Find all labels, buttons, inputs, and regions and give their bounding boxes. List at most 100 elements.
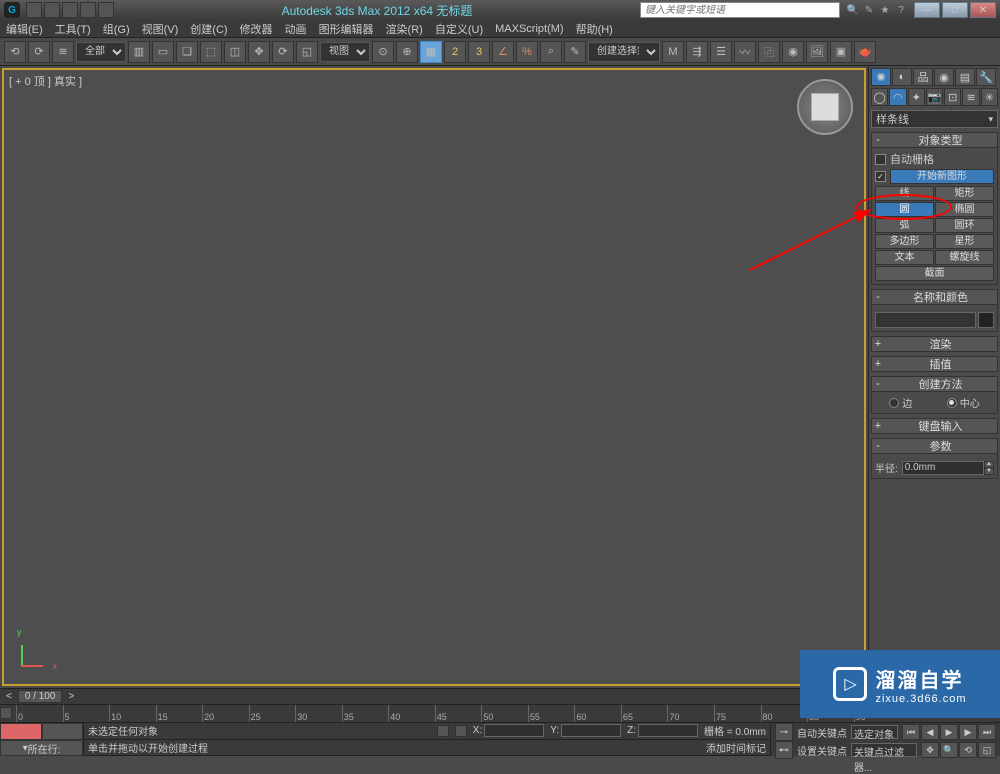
nav-pan-icon[interactable]: ✥	[921, 742, 939, 758]
move-icon[interactable]: ✥	[248, 41, 270, 63]
goto-end-icon[interactable]: ⏭	[978, 724, 996, 740]
menu-item[interactable]: 修改器	[240, 21, 273, 37]
shape-button-矩形[interactable]: 矩形	[935, 186, 994, 201]
trackbar-toggle-icon[interactable]	[0, 707, 12, 719]
close-button[interactable]: ✕	[970, 2, 996, 18]
setkey-button[interactable]: 设置关键点	[797, 743, 847, 758]
qat-open-icon[interactable]	[44, 2, 60, 18]
pivot-icon[interactable]: ⊙	[372, 41, 394, 63]
shape-button-圆环[interactable]: 圆环	[935, 218, 994, 233]
qat-redo-icon[interactable]	[98, 2, 114, 18]
menu-item[interactable]: 动画	[285, 21, 307, 37]
minimize-button[interactable]: —	[914, 2, 940, 18]
nav-max-icon[interactable]: ◱	[978, 742, 996, 758]
select-icon[interactable]: ▭	[152, 41, 174, 63]
qat-save-icon[interactable]	[62, 2, 78, 18]
edge-radio[interactable]	[889, 398, 899, 408]
align-icon[interactable]: ⇶	[686, 41, 708, 63]
render-icon[interactable]: 🫖	[854, 41, 876, 63]
qat-undo-icon[interactable]	[80, 2, 96, 18]
mirror-icon[interactable]: M	[662, 41, 684, 63]
timeslider-prev-icon[interactable]: <	[6, 691, 12, 702]
nav-zoom-icon[interactable]: 🔍	[940, 742, 958, 758]
menu-item[interactable]: 自定义(U)	[435, 21, 483, 37]
rollout-keyboard-entry[interactable]: +键盘输入	[871, 418, 998, 434]
start-new-shape-button[interactable]: 开始新图形	[890, 169, 994, 184]
menu-item[interactable]: MAXScript(M)	[495, 23, 563, 35]
goto-start-icon[interactable]: ⏮	[902, 724, 920, 740]
hierarchy-tab-icon[interactable]: 品	[913, 68, 933, 86]
menu-item[interactable]: 渲染(R)	[386, 21, 423, 37]
next-frame-icon[interactable]: ▶	[959, 724, 977, 740]
coord-y-input[interactable]	[561, 724, 621, 737]
render-frame-icon[interactable]: ▣	[830, 41, 852, 63]
create-tab-icon[interactable]: ✺	[871, 68, 891, 86]
keymode-icon[interactable]: ▦	[420, 41, 442, 63]
spinner-snap-icon[interactable]: ⌕	[540, 41, 562, 63]
menu-item[interactable]: 组(G)	[103, 21, 130, 37]
rollout-render[interactable]: +渲染	[871, 336, 998, 352]
manip-icon[interactable]: ⊕	[396, 41, 418, 63]
tool-icon[interactable]: ✎	[862, 3, 876, 17]
display-tab-icon[interactable]: ▤	[955, 68, 975, 86]
curve-editor-icon[interactable]: 〰	[734, 41, 756, 63]
shape-button-弧[interactable]: 弧	[875, 218, 934, 233]
menu-item[interactable]: 图形编辑器	[319, 21, 374, 37]
prev-frame-icon[interactable]: ◀	[921, 724, 939, 740]
systems-icon[interactable]: ✳	[981, 88, 998, 106]
radius-input[interactable]	[902, 461, 984, 475]
window-cross-icon[interactable]: ◫	[224, 41, 246, 63]
rollout-name-color[interactable]: -名称和颜色	[871, 289, 998, 305]
key-icon[interactable]: ⊸	[775, 723, 793, 741]
modify-tab-icon[interactable]: ◐	[892, 68, 912, 86]
shape-button-螺旋线[interactable]: 螺旋线	[935, 250, 994, 265]
help-search-input[interactable]	[640, 2, 840, 18]
viewcube[interactable]	[797, 79, 853, 135]
scale-icon[interactable]: ◱	[296, 41, 318, 63]
rollout-parameters[interactable]: -参数	[871, 438, 998, 454]
rollout-interp[interactable]: +插值	[871, 356, 998, 372]
add-time-tag[interactable]: 添加时间标记	[706, 740, 766, 755]
keyfilter-button[interactable]: 关键点过滤器...	[851, 743, 917, 757]
helpers-icon[interactable]: ⊡	[944, 88, 961, 106]
lights-icon[interactable]: ✦	[908, 88, 925, 106]
filter-icon[interactable]: ▥	[128, 41, 150, 63]
menu-item[interactable]: 帮助(H)	[576, 21, 613, 37]
percent-snap-icon[interactable]: %	[516, 41, 538, 63]
lock-icon[interactable]	[437, 725, 449, 737]
star-icon[interactable]: ★	[878, 3, 892, 17]
timeslider-next-icon[interactable]: >	[68, 691, 74, 702]
play-icon[interactable]: ▶	[940, 724, 958, 740]
object-name-input[interactable]	[875, 312, 976, 328]
category-dropdown[interactable]: 样条线	[871, 110, 998, 128]
geometry-icon[interactable]: ◯	[871, 88, 888, 106]
select-region-icon[interactable]: ⬚	[200, 41, 222, 63]
utilities-tab-icon[interactable]: 🔧	[976, 68, 996, 86]
timeslider-handle[interactable]: 0 / 100	[18, 690, 63, 703]
setkey-icon[interactable]: ⊷	[775, 741, 793, 759]
coord-x-input[interactable]	[484, 724, 544, 737]
coord-z-input[interactable]	[638, 724, 698, 737]
setkey-red-button[interactable]	[0, 723, 42, 740]
help-icon[interactable]: ?	[894, 3, 908, 17]
shape-button-圆[interactable]: 圆	[875, 202, 934, 217]
radius-spin-up[interactable]: ▲	[984, 461, 994, 468]
cameras-icon[interactable]: 📷	[926, 88, 943, 106]
motion-tab-icon[interactable]: ◉	[934, 68, 954, 86]
rollout-creation-method[interactable]: -创建方法	[871, 376, 998, 392]
selset-drop[interactable]: 选定对象	[851, 725, 898, 739]
radius-spin-down[interactable]: ▼	[984, 468, 994, 475]
menu-item[interactable]: 视图(V)	[142, 21, 179, 37]
object-color-swatch[interactable]	[978, 312, 994, 328]
autokey-button[interactable]: 自动关键点	[797, 725, 847, 740]
shape-button-星形[interactable]: 星形	[935, 234, 994, 249]
angle-snap-icon[interactable]: ∠	[492, 41, 514, 63]
selection-scope-select[interactable]: 全部	[76, 42, 126, 62]
named-selset-select[interactable]: 创建选择集	[588, 42, 660, 62]
menu-item[interactable]: 创建(C)	[190, 21, 227, 37]
schematic-icon[interactable]: ⿻	[758, 41, 780, 63]
abs-rel-icon[interactable]	[455, 725, 467, 737]
shape-button-椭圆[interactable]: 椭圆	[935, 202, 994, 217]
edit-named-icon[interactable]: ✎	[564, 41, 586, 63]
render-setup-icon[interactable]: 🖼	[806, 41, 828, 63]
